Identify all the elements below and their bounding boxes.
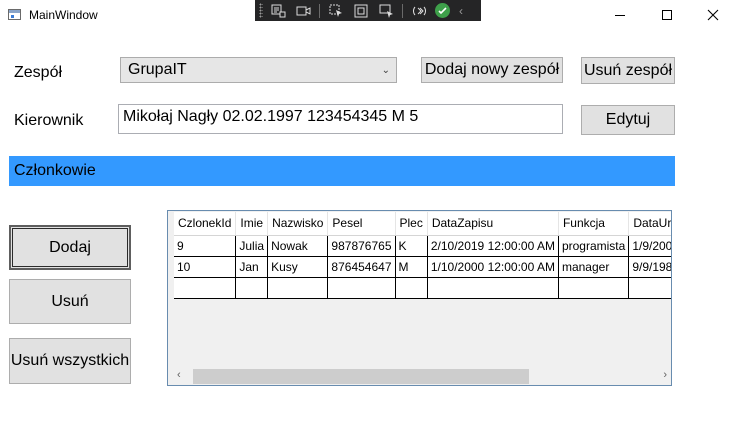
header-row: CzlonekId Imie Nazwisko Pesel Plec DataZ… <box>174 212 671 236</box>
column-header[interactable]: Plec <box>395 212 428 236</box>
table-cell[interactable]: 9 <box>174 235 237 257</box>
new-item-row[interactable] <box>174 277 671 299</box>
remove-member-button[interactable]: Usuń <box>9 279 131 324</box>
members-header: Członkowie <box>14 162 96 179</box>
toolbar-grip-icon[interactable] <box>259 3 263 18</box>
table-cell[interactable] <box>395 277 428 299</box>
members-datagrid[interactable]: CzlonekId Imie Nazwisko Pesel Plec DataZ… <box>167 210 672 386</box>
column-header[interactable]: DataZapisu <box>427 212 559 236</box>
column-header[interactable]: Funkcja <box>558 212 630 236</box>
column-header[interactable]: Nazwisko <box>267 212 329 236</box>
column-header[interactable]: CzlonekId <box>174 212 237 236</box>
table-cell[interactable]: K <box>395 235 428 257</box>
team-combobox[interactable]: GrupaIT ⌄ <box>120 57 397 83</box>
table-cell[interactable]: 10 <box>174 256 237 278</box>
table-cell[interactable]: 876454647 <box>327 256 396 278</box>
add-member-button[interactable]: Dodaj <box>9 225 131 270</box>
horizontal-scrollbar[interactable]: ‹ › <box>168 367 671 385</box>
table-cell[interactable]: 9/9/198 <box>628 256 671 278</box>
table-cell[interactable]: Kusy <box>267 256 329 278</box>
toolbar-separator <box>319 3 320 18</box>
manager-label: Kierownik <box>14 112 84 129</box>
table-cell[interactable]: Julia <box>235 235 269 257</box>
live-tree-icon[interactable] <box>269 3 287 18</box>
table-cell[interactable] <box>327 277 396 299</box>
column-header[interactable]: Imie <box>235 212 269 236</box>
camera-icon[interactable] <box>294 3 312 18</box>
debug-toolbar: ‹ <box>255 0 481 21</box>
team-selected-value: GrupaIT <box>128 61 187 78</box>
toolbar-separator <box>402 3 403 18</box>
maximize-icon <box>662 10 672 20</box>
minimize-button[interactable] <box>597 0 643 30</box>
add-team-button[interactable]: Dodaj nowy zespół <box>421 57 563 83</box>
remove-team-button[interactable]: Usuń zespół <box>581 57 675 84</box>
table-cell[interactable] <box>558 277 630 299</box>
close-button[interactable] <box>690 0 735 30</box>
chevron-down-icon: ⌄ <box>381 65 390 76</box>
table-cell[interactable]: Jan <box>235 256 269 278</box>
table-row[interactable]: 9 Julia Nowak 987876765 K 2/10/2019 12:0… <box>174 235 671 257</box>
table-cell[interactable] <box>235 277 269 299</box>
table-cell[interactable] <box>174 277 237 299</box>
table-cell[interactable]: Nowak <box>267 235 329 257</box>
collapse-toolbar-icon[interactable]: ‹ <box>459 4 463 18</box>
members-header-band: Członkowie <box>9 156 675 186</box>
track-focus-icon[interactable] <box>377 3 395 18</box>
table-cell[interactable] <box>427 277 559 299</box>
table-cell[interactable]: 987876765 <box>327 235 396 257</box>
select-element-icon[interactable] <box>327 3 345 18</box>
members-table: CzlonekId Imie Nazwisko Pesel Plec DataZ… <box>174 212 671 299</box>
table-row[interactable]: 10 Jan Kusy 876454647 M 1/10/2000 12:00:… <box>174 256 671 278</box>
table-cell[interactable]: 1/10/2000 12:00:00 AM <box>427 256 559 278</box>
scroll-left-icon[interactable]: ‹ <box>177 369 181 381</box>
close-icon <box>707 9 719 21</box>
column-header[interactable]: DataUr <box>628 212 671 236</box>
table-cell[interactable]: 2/10/2019 12:00:00 AM <box>427 235 559 257</box>
table-cell[interactable]: M <box>395 256 428 278</box>
maximize-button[interactable] <box>644 0 690 30</box>
table-cell[interactable] <box>267 277 329 299</box>
hot-reload-icon[interactable] <box>410 3 428 18</box>
display-adorners-icon[interactable] <box>352 3 370 18</box>
table-cell[interactable]: manager <box>558 256 630 278</box>
status-ok-icon[interactable] <box>435 3 450 18</box>
column-header[interactable]: Pesel <box>327 212 396 236</box>
scroll-right-icon[interactable]: › <box>663 369 667 381</box>
window-title: MainWindow <box>29 8 98 22</box>
table-cell[interactable]: programista <box>558 235 630 257</box>
remove-all-members-button[interactable]: Usuń wszystkich <box>9 338 131 384</box>
manager-field[interactable]: Mikołaj Nagły 02.02.1997 123454345 M 5 <box>118 104 563 134</box>
table-cell[interactable] <box>628 277 671 299</box>
team-label: Zespół <box>14 64 63 81</box>
scrollbar-thumb[interactable] <box>193 369 529 384</box>
app-window-icon <box>8 9 21 20</box>
minimize-icon <box>615 14 625 16</box>
table-cell[interactable]: 1/9/200 <box>628 235 671 257</box>
edit-manager-button[interactable]: Edytuj <box>581 105 675 135</box>
